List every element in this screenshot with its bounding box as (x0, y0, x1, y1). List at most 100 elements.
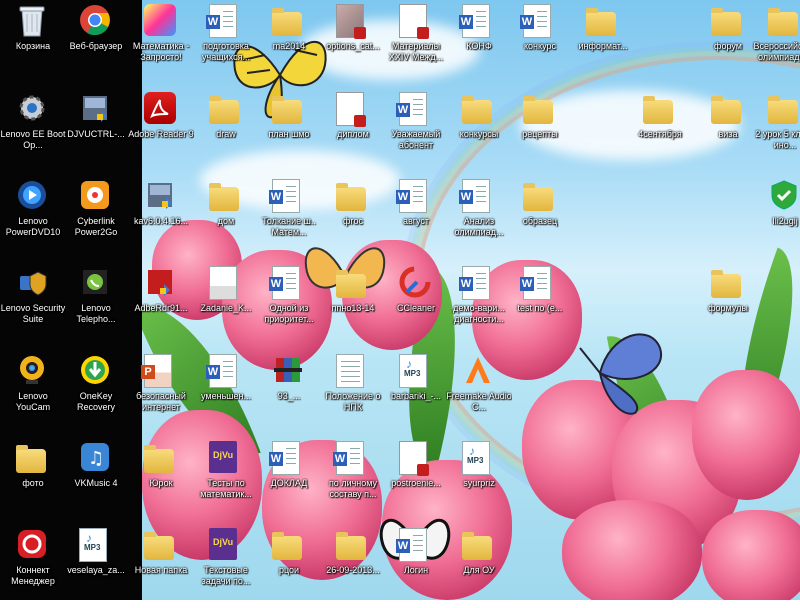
desktop-icon[interactable]: DJVUCTRL-... (63, 88, 129, 172)
folder-icon (586, 4, 620, 38)
desktop-icon[interactable]: Wуменьшен... (193, 350, 259, 434)
desktop-icon[interactable]: Юрок (128, 437, 194, 521)
desktop-icon[interactable]: Коннект Менеджер (0, 524, 66, 608)
desktop-icon[interactable]: W Уважаемый абонент (383, 88, 449, 172)
desktop-icon[interactable]: образец (507, 175, 573, 259)
desktop-icon[interactable]: Cyberlink Power2Go (63, 175, 129, 259)
desktop-icon[interactable]: postroenie... (383, 437, 449, 521)
desktop-icon[interactable]: 26-09-2013... (320, 524, 386, 608)
desktop-icon[interactable]: Материалы XXIV Межд... (383, 0, 449, 84)
desktop-icon[interactable]: Lenovo Security Suite (0, 262, 66, 346)
desktop-icon[interactable]: ♫ VKMusic 4 (63, 437, 129, 521)
desktop-icon[interactable]: ♪ MP3 barbariki_-... (383, 350, 449, 434)
desktop-icon[interactable]: формулы (695, 262, 761, 346)
desktop-icon[interactable]: план шмо (256, 88, 322, 172)
desktop-icon[interactable]: диплом (320, 88, 386, 172)
desktop-icon[interactable]: OneKey Recovery (63, 350, 129, 434)
desktop-icon[interactable]: дом (193, 175, 259, 259)
desktop-icon[interactable]: Lenovo EE Boot Op... (0, 88, 66, 172)
desktop-icon[interactable]: Веб-браузер (63, 0, 129, 84)
desktop-icon-label: draw (216, 129, 236, 139)
chrome-icon (79, 4, 113, 38)
word-document-icon: W (396, 528, 433, 562)
desktop-icon-label: Веб-браузер (69, 41, 123, 51)
mp3-file-icon: ♪ MP3 (462, 441, 496, 475)
desktop-icon[interactable]: рецепты (507, 88, 573, 172)
desktop-icon[interactable]: ma2014 (256, 0, 322, 84)
desktop-icon[interactable]: Zadanie_K... (193, 262, 259, 346)
folder-icon (768, 4, 800, 38)
desktop-icon-label: конкурсы (459, 129, 499, 139)
desktop-icon[interactable]: Freemake Audio C... (446, 350, 512, 434)
desktop-icon[interactable]: W Логин (383, 524, 449, 608)
desktop-icon[interactable]: DjVu Текстовые задачи по... (193, 524, 259, 608)
desktop-icon[interactable]: ♪ MP3 syurpriz (446, 437, 512, 521)
desktop-icon[interactable]: Lenovo Telepho... (63, 262, 129, 346)
desktop-icon[interactable]: AdbeRdr91... (128, 262, 194, 346)
pdf-document-icon (336, 92, 370, 127)
desktop-icon-label: образец (522, 216, 558, 226)
desktop-icon[interactable]: W Одной из приоритет... (256, 262, 322, 346)
desktop-icon-label: Текстовые задачи по... (201, 565, 251, 586)
folder-icon (768, 92, 800, 126)
desktop-icon[interactable]: W Толкание ш.. Матем... (256, 175, 322, 259)
desktop-icon-label: AdbeRdr91... (134, 303, 188, 313)
desktop-icon[interactable]: Новая папка (128, 524, 194, 608)
desktop-icon[interactable]: Adobe Reader 9 (128, 88, 194, 172)
desktop-icon[interactable]: Положение о НПК (320, 350, 386, 434)
desktop-icon[interactable]: ппно13-14 (320, 262, 386, 346)
word-document-icon: W (459, 266, 496, 300)
desktop-icon[interactable]: draw (193, 88, 259, 172)
desktop-icon-label: Одной из приоритет... (264, 303, 314, 324)
desktop-icon[interactable]: Математика - Запросто! (128, 0, 194, 84)
desktop-icon[interactable]: информат... (570, 0, 636, 84)
desktop-icon[interactable]: конкурсы (446, 88, 512, 172)
power2go-icon (79, 179, 113, 213)
desktop-icon[interactable]: CCleaner (383, 262, 449, 346)
desktop-icon-label: veselaya_za... (67, 565, 125, 575)
svg-text:♫: ♫ (88, 448, 104, 469)
desktop-icon[interactable]: Для ОУ (446, 524, 512, 608)
desktop-icon[interactable]: Корзина (0, 0, 66, 84)
desktop-icon[interactable]: Pбезопасный интернет (128, 350, 194, 434)
desktop-icon[interactable]: Wподготовка учащихся... (193, 0, 259, 84)
desktop-icon-label: postroenie... (391, 478, 441, 488)
desktop-icon[interactable]: Всероссийская олимпиада... (752, 0, 800, 84)
desktop-icon[interactable]: kav6.0.4.16... (128, 175, 194, 259)
desktop-icon-label: Новая папка (134, 565, 188, 575)
desktop-icon-label: Lenovo Security Suite (0, 303, 66, 324)
desktop-icon[interactable]: DjVu Тесты по математик... (193, 437, 259, 521)
desktop-icon[interactable]: W ДОКЛАД (256, 437, 322, 521)
desktop-icon[interactable]: Ili2ugij (752, 175, 800, 259)
desktop-icon-label: barbariki_-... (390, 391, 442, 401)
desktop-icon-label: Коннект Менеджер (11, 565, 55, 586)
desktop-icon[interactable]: фото (0, 437, 66, 521)
desktop-icon-grid: Корзина Веб-браузер Математика - Запросто!… (0, 0, 800, 600)
desktop-icon[interactable]: Wпо личному составу п... (320, 437, 386, 521)
installer-icon (144, 266, 178, 300)
ccleaner-icon (399, 266, 433, 300)
desktop-icon[interactable]: 2 урок 5 класс ино... (752, 88, 800, 172)
desktop-icon[interactable]: 4сентября (627, 88, 693, 172)
desktop-icon[interactable]: Wавгуст (383, 175, 449, 259)
desktop-icon[interactable]: W КОНФ (446, 0, 512, 84)
desktop-icon[interactable]: Wtest по (е... (507, 262, 573, 346)
desktop-icon-label: Lenovo EE Boot Op... (0, 129, 66, 150)
desktop-icon[interactable]: Wдемо-вари... диагности... (446, 262, 512, 346)
folder-icon (462, 92, 496, 126)
desktop-icon[interactable]: рцои (256, 524, 322, 608)
desktop-icon[interactable]: 93_... (256, 350, 322, 434)
desktop-icon-label: по личному составу п... (328, 478, 378, 499)
desktop-icon-label: рцои (278, 565, 300, 575)
desktop-icon[interactable]: W Анализ олимпиад... (446, 175, 512, 259)
desktop-icon[interactable]: ♪ MP3 veselaya_za... (63, 524, 129, 608)
desktop-icon[interactable]: Wконкурс (507, 0, 573, 84)
desktop-icon[interactable]: Lenovo PowerDVD10 (0, 175, 66, 259)
desktop-icon[interactable]: фгос (320, 175, 386, 259)
desktop-icon-label: Ili2ugij (772, 216, 798, 226)
desktop-icon-label: КОНФ (466, 41, 492, 51)
desktop-icon-label: безопасный интернет (136, 391, 186, 412)
desktop-icon[interactable]: options_cat... (320, 0, 386, 84)
desktop-icon-label: VKMusic 4 (74, 478, 118, 488)
desktop-icon[interactable]: Lenovo YouCam (0, 350, 66, 434)
